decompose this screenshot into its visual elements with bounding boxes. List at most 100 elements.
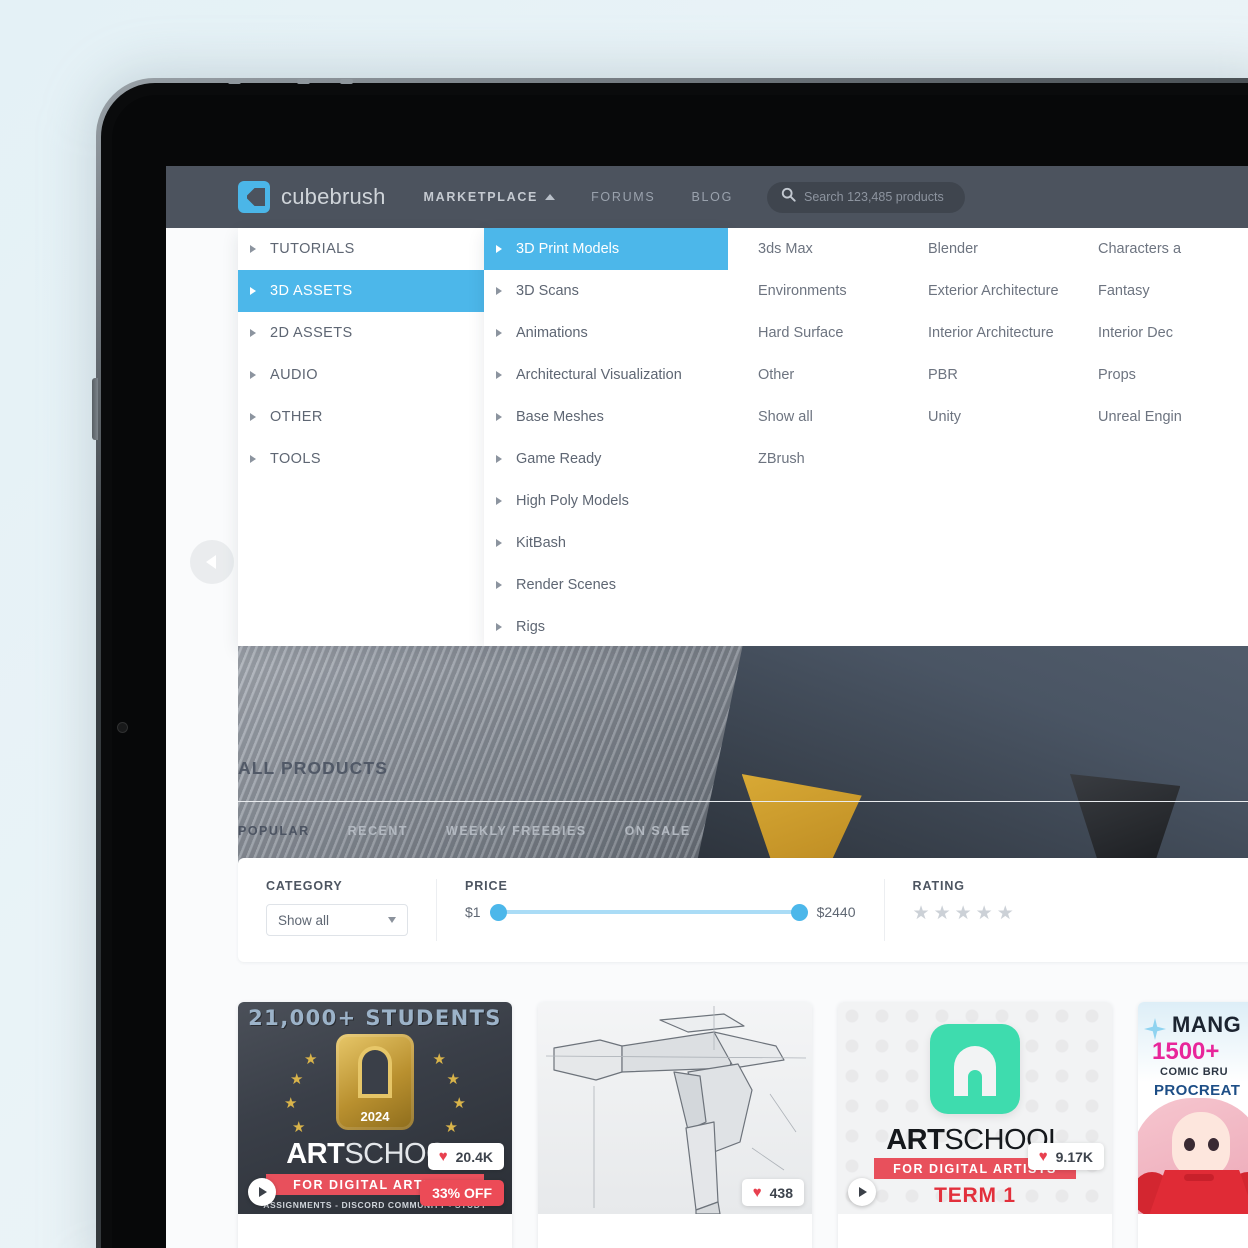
- mega-sub-rigs[interactable]: Rigs: [484, 606, 728, 648]
- website-viewport: cubebrush MARKETPLACE FORUMS BLOG Search…: [166, 166, 1248, 1248]
- mega-item-audio[interactable]: AUDIO: [238, 354, 484, 396]
- brand-name: cubebrush: [281, 184, 386, 209]
- product-card[interactable]: MANG 1500+ COMIC BRU PROCREAT: [1138, 1002, 1248, 1248]
- mega-sub-3d-print-models[interactable]: 3D Print Models: [484, 228, 728, 270]
- play-icon: [859, 1187, 867, 1197]
- nav-item-forums[interactable]: FORUMS: [591, 190, 655, 204]
- mega-tag-3ds-max[interactable]: 3ds Max: [756, 228, 926, 270]
- mega-tag-environments[interactable]: Environments: [756, 270, 926, 312]
- tab-weekly-freebies[interactable]: WEEKLY FREEBIES: [446, 824, 587, 838]
- star-icon[interactable]: ★: [913, 904, 930, 923]
- rating-stars[interactable]: ★ ★ ★ ★ ★: [913, 904, 1014, 923]
- product-card[interactable]: ARTSCHOOL FOR DIGITAL ARTISTS TERM 1 ♥ 9…: [838, 1002, 1112, 1248]
- mega-tag-interior-decoration[interactable]: Interior Dec: [1096, 312, 1248, 354]
- tab-on-sale[interactable]: ON SALE: [625, 824, 691, 838]
- mega-tag-unreal-engine[interactable]: Unreal Engin: [1096, 396, 1248, 438]
- product-thumbnail[interactable]: 21,000+ STUDENTS ★ ★ ★ ★ ★ ★ ★ ★ 2024 AR…: [238, 1002, 512, 1214]
- carousel-prev-button[interactable]: [190, 540, 234, 584]
- mega-tag-zbrush[interactable]: ZBrush: [756, 438, 926, 480]
- price-slider-min-handle[interactable]: [489, 903, 507, 921]
- discount-badge: 33% OFF: [420, 1180, 504, 1206]
- price-range-slider[interactable]: [489, 903, 808, 921]
- cubebrush-logo-icon: [238, 181, 270, 213]
- mega-item-tools[interactable]: TOOLS: [238, 438, 484, 480]
- star-icon: ★: [432, 1051, 446, 1068]
- star-icon[interactable]: ★: [955, 904, 972, 923]
- mega-item-other[interactable]: OTHER: [238, 396, 484, 438]
- tab-recent[interactable]: RECENT: [348, 824, 408, 838]
- filter-rating-label: RATING: [912, 879, 965, 893]
- mega-item-tutorials[interactable]: TUTORIALS: [238, 228, 484, 270]
- product-thumbnail[interactable]: ARTSCHOOL FOR DIGITAL ARTISTS TERM 1 ♥ 9…: [838, 1002, 1112, 1214]
- triangle-right-icon: [496, 371, 502, 379]
- product-card[interactable]: ♥ 438: [538, 1002, 812, 1248]
- mega-sub-game-ready[interactable]: Game Ready: [484, 438, 728, 480]
- mega-sub-label: Base Meshes: [516, 409, 604, 425]
- character-eye-art: [1184, 1138, 1195, 1151]
- mega-sub-kitbash[interactable]: KitBash: [484, 522, 728, 564]
- product-banner-text: 21,000+ STUDENTS: [248, 1006, 502, 1030]
- play-button[interactable]: [248, 1178, 276, 1206]
- mega-tag-fantasy[interactable]: Fantasy: [1096, 270, 1248, 312]
- mega-tag-group-a: 3ds Max Environments Hard Surface Other …: [756, 228, 926, 480]
- star-icon[interactable]: ★: [997, 904, 1014, 923]
- mega-tag-exterior-architecture[interactable]: Exterior Architecture: [926, 270, 1096, 312]
- triangle-right-icon: [496, 455, 502, 463]
- mega-tag-other[interactable]: Other: [756, 354, 926, 396]
- mega-tag-show-all[interactable]: Show all: [756, 396, 926, 438]
- manga-line-2: 1500+: [1152, 1038, 1220, 1065]
- like-count-badge[interactable]: ♥ 20.4K: [427, 1143, 504, 1170]
- play-button[interactable]: [848, 1178, 876, 1206]
- mega-sub-base-meshes[interactable]: Base Meshes: [484, 396, 728, 438]
- mega-tag-unity[interactable]: Unity: [926, 396, 1096, 438]
- product-card[interactable]: 21,000+ STUDENTS ★ ★ ★ ★ ★ ★ ★ ★ 2024 AR…: [238, 1002, 512, 1248]
- mega-tag-interior-architecture[interactable]: Interior Architecture: [926, 312, 1096, 354]
- mega-tag-label: Other: [758, 367, 795, 383]
- mega-item-2d-assets[interactable]: 2D ASSETS: [238, 312, 484, 354]
- heart-icon: ♥: [1038, 1148, 1048, 1165]
- product-term-label: TERM 1: [934, 1184, 1016, 1207]
- device-side-button[interactable]: [92, 378, 98, 440]
- mega-sub-3d-scans[interactable]: 3D Scans: [484, 270, 728, 312]
- nav-item-marketplace-label: MARKETPLACE: [423, 190, 539, 204]
- star-icon[interactable]: ★: [934, 904, 951, 923]
- product-thumbnail[interactable]: MANG 1500+ COMIC BRU PROCREAT: [1138, 1002, 1248, 1214]
- mega-sub-animations[interactable]: Animations: [484, 312, 728, 354]
- tab-popular[interactable]: POPULAR: [238, 824, 310, 838]
- product-card-footer: [1138, 1214, 1248, 1248]
- character-choker-art: [1184, 1174, 1214, 1181]
- triangle-right-icon: [496, 329, 502, 337]
- brand-logo[interactable]: cubebrush: [238, 181, 386, 213]
- mega-tag-blender[interactable]: Blender: [926, 228, 1096, 270]
- category-select[interactable]: Show all: [266, 904, 408, 936]
- product-logo-bold: ART: [286, 1138, 345, 1170]
- mega-sub-label: KitBash: [516, 535, 566, 551]
- mega-tag-props[interactable]: Props: [1096, 354, 1248, 396]
- mega-sub-label: Game Ready: [516, 451, 602, 467]
- triangle-right-icon: [250, 455, 256, 463]
- mega-tag-pbr[interactable]: PBR: [926, 354, 1096, 396]
- mega-sub-label: Architectural Visualization: [516, 367, 682, 383]
- nav-item-blog[interactable]: BLOG: [691, 190, 733, 204]
- mega-sub-render-scenes[interactable]: Render Scenes: [484, 564, 728, 606]
- manga-line-1: MANG: [1172, 1012, 1242, 1037]
- mega-tag-label: Fantasy: [1098, 283, 1150, 299]
- mega-tag-label: Environments: [758, 283, 847, 299]
- manga-line-3: COMIC BRU: [1160, 1066, 1229, 1078]
- mega-sub-architectural-visualization[interactable]: Architectural Visualization: [484, 354, 728, 396]
- price-slider-max-handle[interactable]: [790, 903, 808, 921]
- like-count-badge[interactable]: ♥ 9.17K: [1027, 1143, 1104, 1170]
- heart-icon: ♥: [438, 1148, 448, 1165]
- mega-tag-characters[interactable]: Characters a: [1096, 228, 1248, 270]
- like-count-badge[interactable]: ♥ 438: [741, 1179, 804, 1206]
- search-input[interactable]: [804, 190, 952, 204]
- mega-item-3d-assets[interactable]: 3D ASSETS: [238, 270, 484, 312]
- mega-sub-high-poly-models[interactable]: High Poly Models: [484, 480, 728, 522]
- mega-tag-hard-surface[interactable]: Hard Surface: [756, 312, 926, 354]
- product-thumbnail[interactable]: ♥ 438: [538, 1002, 812, 1214]
- star-icon[interactable]: ★: [976, 904, 993, 923]
- marketplace-mega-menu: TUTORIALS 3D ASSETS 2D ASSETS AUDIO OTHE…: [166, 228, 1248, 646]
- nav-item-marketplace[interactable]: MARKETPLACE: [424, 190, 556, 204]
- search-box[interactable]: [767, 181, 966, 213]
- filter-price: PRICE $1 $2440: [436, 879, 884, 941]
